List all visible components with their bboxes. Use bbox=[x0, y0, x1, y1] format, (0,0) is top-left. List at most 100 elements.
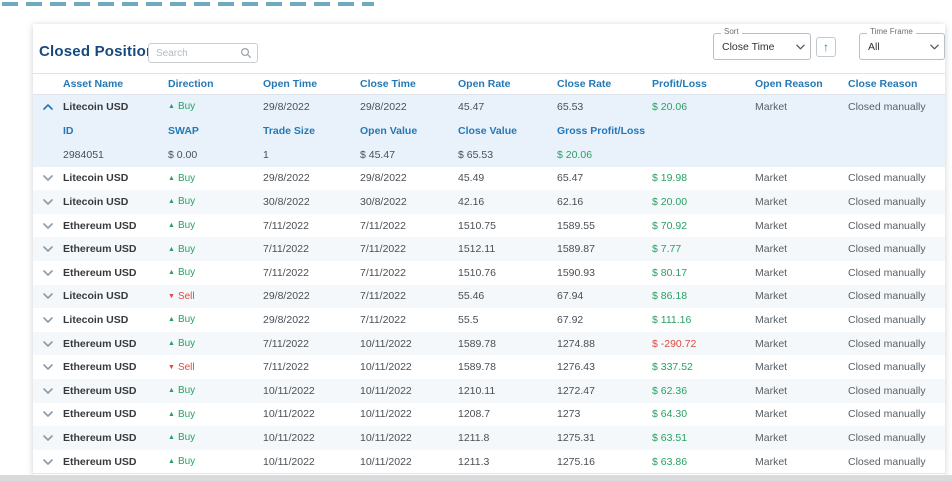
up-triangle-icon: ▲ bbox=[168, 316, 175, 324]
expand-row-chevron[interactable] bbox=[33, 222, 63, 229]
direction-label: Buy bbox=[177, 243, 196, 255]
expand-row-chevron[interactable] bbox=[33, 387, 63, 394]
close-reason: Closed manually bbox=[848, 195, 926, 208]
position-row[interactable]: Ethereum USD ▲ Buy 7/11/2022 10/11/2022 1589.… bbox=[33, 331, 945, 356]
sort-label: Sort bbox=[721, 27, 742, 36]
chevron-down-icon bbox=[930, 44, 939, 50]
column-header-close-time: Close Time bbox=[360, 78, 416, 90]
open-time: 29/8/2022 bbox=[263, 100, 310, 113]
direction-buy: ▲ Buy bbox=[168, 338, 263, 349]
table-body: Litecoin USD ▲ Buy 29/8/2022 29/8/2022 45.47 6… bbox=[33, 95, 945, 475]
open-rate: 1211.3 bbox=[458, 455, 490, 468]
position-row[interactable]: Litecoin USD ▲ Buy 29/8/2022 29/8/2022 45.47 6… bbox=[33, 95, 945, 119]
close-reason: Closed manually bbox=[848, 431, 926, 444]
expand-row-chevron[interactable] bbox=[33, 175, 63, 182]
position-row[interactable]: Ethereum USD ▲ Buy 10/11/2022 10/11/2022 1210… bbox=[33, 378, 945, 403]
profit-loss: $ -290.72 bbox=[652, 337, 697, 350]
close-time: 7/11/2022 bbox=[360, 243, 406, 256]
direction-buy: ▲ Buy bbox=[168, 409, 263, 420]
position-row[interactable]: Ethereum USD ▲ Buy 10/11/2022 10/11/2022 1208… bbox=[33, 403, 945, 427]
column-header-close-rate: Close Rate bbox=[557, 78, 612, 90]
asset-name: Ethereum USD bbox=[63, 243, 137, 256]
open-rate: 1510.76 bbox=[458, 266, 496, 279]
detail-id: 2984051 bbox=[63, 148, 104, 161]
expand-row-chevron[interactable] bbox=[33, 340, 63, 347]
asset-name: Ethereum USD bbox=[63, 455, 137, 468]
position-row[interactable]: Ethereum USD ▲ Buy 10/11/2022 10/11/2022 1211… bbox=[33, 426, 945, 450]
sort-select[interactable]: Sort Close Time bbox=[713, 27, 811, 60]
open-time: 10/11/2022 bbox=[263, 431, 315, 444]
asset-name: Litecoin USD bbox=[63, 172, 129, 185]
up-triangle-icon: ▲ bbox=[168, 434, 175, 442]
expand-row-chevron[interactable] bbox=[33, 458, 63, 465]
direction-label: Buy bbox=[177, 456, 196, 468]
close-time: 10/11/2022 bbox=[360, 431, 412, 444]
position-row[interactable]: Litecoin USD ▲ Buy 29/8/2022 7/11/2022 55.5 67… bbox=[33, 308, 945, 332]
profit-loss: $ 80.17 bbox=[652, 266, 688, 279]
page-title: Closed Positions bbox=[39, 43, 164, 60]
position-row[interactable]: Ethereum USD ▲ Buy 10/11/2022 10/11/2022 1211… bbox=[33, 450, 945, 474]
open-rate: 1510.75 bbox=[458, 219, 496, 232]
asset-name: Ethereum USD bbox=[63, 408, 137, 421]
column-header-close-reason: Close Reason bbox=[848, 78, 918, 90]
expanded-position: Litecoin USD ▲ Buy 29/8/2022 29/8/2022 45.47 6… bbox=[33, 95, 945, 167]
expand-row-chevron[interactable] bbox=[33, 199, 63, 205]
clipped-page-text bbox=[2, 2, 374, 6]
close-time: 10/11/2022 bbox=[360, 337, 412, 350]
profit-loss: $ 63.51 bbox=[652, 431, 688, 444]
up-triangle-icon: ▲ bbox=[168, 198, 175, 206]
expand-row-chevron[interactable] bbox=[33, 293, 63, 300]
open-time: 7/11/2022 bbox=[263, 219, 309, 232]
expand-row-chevron[interactable] bbox=[33, 435, 63, 441]
search-input[interactable] bbox=[149, 47, 240, 59]
position-row[interactable]: Litecoin USD ▼ Sell 29/8/2022 7/11/2022 55.46… bbox=[33, 284, 945, 309]
expand-row-chevron[interactable] bbox=[33, 364, 63, 370]
open-rate: 1512.11 bbox=[458, 243, 496, 256]
position-row[interactable]: Litecoin USD ▲ Buy 30/8/2022 30/8/2022 42.16 6… bbox=[33, 190, 945, 214]
up-triangle-icon: ▲ bbox=[168, 222, 175, 230]
open-time: 10/11/2022 bbox=[263, 455, 315, 468]
expand-row-chevron[interactable] bbox=[33, 269, 63, 276]
asset-name: Ethereum USD bbox=[63, 266, 137, 279]
detail-header-swap: SWAP bbox=[168, 124, 199, 137]
horizontal-scrollbar[interactable] bbox=[0, 475, 952, 481]
close-rate: 1275.16 bbox=[557, 455, 595, 468]
down-triangle-icon: ▼ bbox=[168, 363, 175, 371]
collapse-row-chevron[interactable] bbox=[33, 103, 63, 110]
detail-header-close-value: Close Value bbox=[458, 124, 517, 137]
detail-close-value: $ 65.53 bbox=[458, 148, 494, 161]
open-reason: Market bbox=[755, 290, 788, 303]
open-reason: Market bbox=[755, 313, 788, 326]
direction-buy: ▲ Buy bbox=[168, 173, 263, 184]
close-rate: 1273 bbox=[557, 408, 581, 421]
expand-row-chevron[interactable] bbox=[33, 317, 63, 323]
open-time: 29/8/2022 bbox=[263, 313, 310, 326]
position-row[interactable]: Ethereum USD ▲ Buy 7/11/2022 7/11/2022 1510.7… bbox=[33, 214, 945, 238]
direction-buy: ▲ Buy bbox=[168, 196, 263, 207]
direction-buy: ▲ Buy bbox=[168, 456, 263, 467]
profit-loss: $ 20.06 bbox=[652, 100, 688, 113]
asset-name: Litecoin USD bbox=[63, 313, 129, 326]
sort-direction-button[interactable]: ↑ bbox=[816, 37, 836, 57]
asset-name: Ethereum USD bbox=[63, 431, 137, 444]
open-rate: 55.5 bbox=[458, 313, 479, 326]
chevron-down-icon bbox=[796, 44, 805, 50]
expand-row-chevron[interactable] bbox=[33, 246, 63, 252]
time-frame-select[interactable]: Time Frame All bbox=[859, 27, 945, 60]
position-row[interactable]: Litecoin USD ▲ Buy 29/8/2022 29/8/2022 45.49 6… bbox=[33, 167, 945, 191]
profit-loss: $ 20.00 bbox=[652, 195, 688, 208]
profit-loss: $ 19.98 bbox=[652, 172, 688, 185]
close-rate: 62.16 bbox=[557, 195, 584, 208]
open-time: 7/11/2022 bbox=[263, 243, 309, 256]
open-rate: 55.46 bbox=[458, 290, 485, 303]
position-row[interactable]: Ethereum USD ▲ Buy 7/11/2022 7/11/2022 1510.7… bbox=[33, 261, 945, 285]
column-header-profit-loss: Profit/Loss bbox=[652, 78, 707, 90]
direction-label: Buy bbox=[177, 408, 196, 420]
close-time: 10/11/2022 bbox=[360, 408, 412, 421]
expand-row-chevron[interactable] bbox=[33, 411, 63, 418]
open-reason: Market bbox=[755, 361, 788, 374]
open-time: 30/8/2022 bbox=[263, 195, 310, 208]
close-rate: 1275.31 bbox=[557, 431, 595, 444]
position-row[interactable]: Ethereum USD ▲ Buy 7/11/2022 7/11/2022 1512.1… bbox=[33, 237, 945, 261]
position-row[interactable]: Ethereum USD ▼ Sell 7/11/2022 10/11/2022 1589… bbox=[33, 355, 945, 379]
